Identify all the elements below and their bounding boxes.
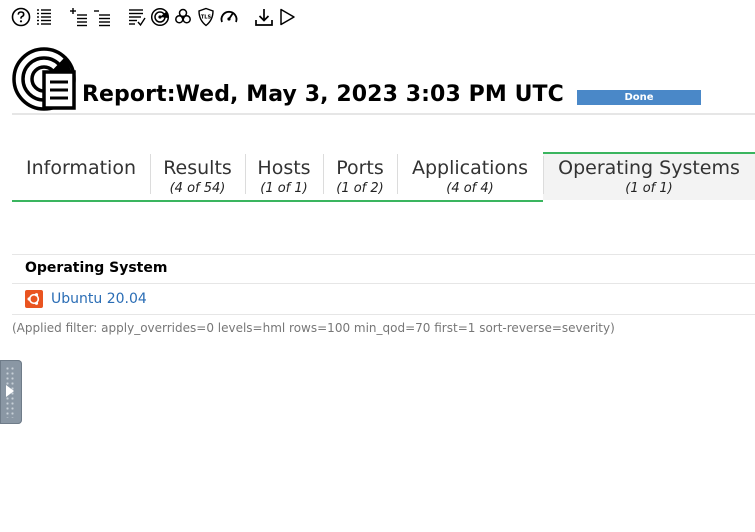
download-icon[interactable]	[253, 6, 275, 28]
filter-list-icon[interactable]	[91, 6, 113, 28]
status-progress-bar: Done	[577, 90, 701, 105]
operating-systems-table: Operating System Ubuntu 20.04	[12, 254, 755, 315]
biohazard-icon[interactable]	[172, 6, 194, 28]
svg-text:TLS: TLS	[201, 15, 212, 21]
tls-shield-icon[interactable]: TLS	[195, 6, 217, 28]
tab-hosts[interactable]: Hosts (1 of 1)	[245, 152, 323, 202]
toolbar: TLS	[10, 6, 299, 28]
expand-arrow-icon	[6, 385, 14, 397]
tab-label: Results	[163, 157, 232, 179]
tab-count: (1 of 2)	[336, 181, 384, 196]
applied-filter-text: (Applied filter: apply_overrides=0 level…	[12, 321, 615, 335]
report-logo-icon	[11, 46, 77, 112]
table-header-row: Operating System	[12, 254, 755, 284]
list-icon[interactable]	[33, 6, 55, 28]
side-panel-toggle[interactable]	[0, 360, 22, 424]
start-play-icon[interactable]	[276, 6, 298, 28]
tab-ports[interactable]: Ports (1 of 2)	[323, 152, 397, 202]
column-header-operating-system[interactable]: Operating System	[25, 260, 167, 276]
tab-results[interactable]: Results (4 of 54)	[150, 152, 245, 202]
tab-count: (1 of 1)	[260, 181, 308, 196]
tab-count: (1 of 1)	[625, 181, 673, 196]
tab-label: Ports	[336, 157, 384, 179]
table-row: Ubuntu 20.04	[12, 284, 755, 315]
tab-label: Hosts	[257, 157, 311, 179]
help-icon[interactable]	[10, 6, 32, 28]
tab-label: Operating Systems	[558, 157, 740, 179]
scan-target-icon[interactable]	[149, 6, 171, 28]
tab-operating-systems[interactable]: Operating Systems (1 of 1)	[543, 152, 755, 202]
os-link-ubuntu[interactable]: Ubuntu 20.04	[51, 291, 147, 307]
task-notes-icon[interactable]	[126, 6, 148, 28]
performance-gauge-icon[interactable]	[218, 6, 240, 28]
tab-count: (4 of 4)	[446, 181, 494, 196]
status-label: Done	[624, 92, 654, 103]
ubuntu-icon	[25, 290, 43, 308]
title-divider	[12, 113, 755, 115]
tab-label: Applications	[411, 157, 529, 179]
report-tabs: Information Results (4 of 54) Hosts (1 o…	[12, 152, 755, 202]
add-filter-icon[interactable]	[68, 6, 90, 28]
report-title: Report:Wed, May 3, 2023 3:03 PM UTC	[82, 82, 564, 107]
tab-count: (4 of 54)	[169, 181, 226, 196]
tab-information[interactable]: Information	[12, 152, 150, 202]
tab-applications[interactable]: Applications (4 of 4)	[397, 152, 543, 202]
tab-label: Information	[26, 157, 136, 179]
